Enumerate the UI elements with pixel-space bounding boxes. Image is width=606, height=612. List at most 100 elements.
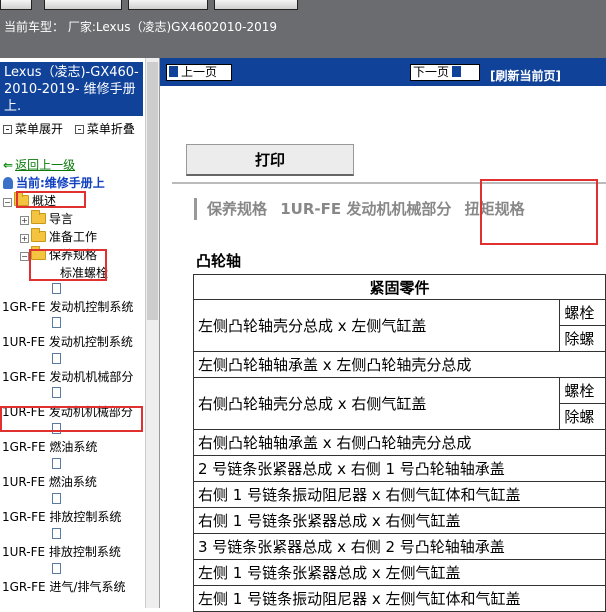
expand-node-icon: + — [20, 216, 29, 225]
tree-item-maint-spec[interactable]: − 保养规格 — [20, 246, 97, 264]
doc-icon — [52, 384, 61, 402]
table-cell: 左侧凸轮轴壳分总成 x 左侧气缸盖 — [192, 299, 561, 352]
expand-icon — [3, 125, 12, 134]
back-link[interactable]: ⇐ 返回上一级 — [3, 156, 75, 174]
doc-icon — [52, 525, 61, 543]
tree-item-label: 1GR-FE 排放控制系统 — [2, 510, 122, 524]
table-cell: 右侧 1 号链条张紧器总成 x 右侧气缸盖 — [193, 507, 606, 534]
collapse-node-icon: − — [3, 198, 12, 207]
table-row: 左侧凸轮轴壳分总成 x 左侧气缸盖 螺栓 — [192, 299, 606, 352]
scrollbar-thumb[interactable] — [147, 62, 158, 320]
current-vehicle: 当前车型： 厂家:Lexus（凌志)GX4602010-2019 — [4, 18, 277, 35]
tree-item-1gr-intake[interactable]: 1GR-FE 进气/排气系统 — [2, 578, 125, 596]
tree-item-1ur-control[interactable]: 1UR-FE 发动机控制系统 — [2, 333, 133, 351]
expand-node-icon: + — [20, 234, 29, 243]
collapse-node-icon: − — [20, 252, 29, 261]
tree-item-1gr-fuel[interactable]: 1GR-FE 燃油系统 — [2, 438, 97, 456]
main-content: 上一页 下一页 [刷新当前页] 打印 保养规格 1UR-FE 发动机机械部分 扭… — [160, 58, 606, 612]
doc-icon — [52, 560, 61, 578]
left-arrow-icon — [169, 66, 178, 77]
table-row: 右侧 1 号链条振动阻尼器 x 右侧气缸体和气缸盖 — [193, 481, 606, 508]
back-arrow-icon: ⇐ — [3, 158, 14, 172]
tree-item-label: 1UR-FE 发动机机械部分 — [2, 405, 133, 419]
divider — [172, 182, 606, 184]
tree-item-label: 1GR-FE 进气/排气系统 — [2, 580, 126, 594]
prev-page-label: 上一页 — [181, 65, 218, 79]
tree-item-label: 1UR-FE 排放控制系统 — [2, 545, 121, 559]
current-label: 当前:维修手册上 — [16, 176, 105, 190]
vehicle-value: 厂家:Lexus（凌志)GX4602010-2019 — [67, 20, 278, 34]
tree-item-prep[interactable]: + 准备工作 — [20, 228, 97, 246]
menu-expand-button[interactable]: 菜单展开 — [3, 122, 63, 136]
table-row: 左侧凸轮轴轴承盖 x 左侧凸轮轴壳分总成 — [193, 351, 606, 378]
tree-item-label: 导言 — [49, 212, 74, 226]
table-cell: 3 号链条张紧器总成 x 右侧 2 号凸轮轴轴承盖 — [193, 533, 606, 560]
tree-item-1gr-emission[interactable]: 1GR-FE 排放控制系统 — [2, 508, 121, 526]
tree-item-intro[interactable]: + 导言 — [20, 210, 73, 228]
top-button-2[interactable] — [44, 0, 122, 10]
current-location[interactable]: 当前:维修手册上 — [3, 174, 105, 192]
collapse-icon — [74, 125, 84, 134]
table-row: 2 号链条张紧器总成 x 右侧 1 号凸轮轴轴承盖 — [193, 455, 606, 482]
table-cell: 除螺 — [559, 325, 606, 352]
tree-item-label: 准备工作 — [49, 230, 98, 244]
tree-item-label: 概述 — [32, 194, 57, 208]
table-cell: 螺栓 — [559, 377, 606, 404]
doc-icon — [52, 455, 61, 473]
doc-icon — [52, 314, 61, 332]
breadcrumb: 保养规格 1UR-FE 发动机机械部分 扭矩规格 — [194, 198, 533, 220]
tree-item-label: 1UR-FE 燃油系统 — [2, 475, 97, 489]
menu-collapse-label: 菜单折叠 — [86, 122, 135, 136]
table-cell: 右侧凸轮轴轴承盖 x 右侧凸轮轴壳分总成 — [193, 429, 606, 456]
tree-item-1gr-mechanical[interactable]: 1GR-FE 发动机机械部分 — [2, 368, 133, 386]
doc-icon — [52, 420, 61, 438]
sidebar: Lexus（凌志)-GX460-2010-2019- 维修手册上. 菜单展开 菜… — [0, 58, 160, 608]
table-cell: 右侧凸轮轴壳分总成 x 右侧气缸盖 — [192, 377, 561, 430]
top-button-4[interactable] — [214, 0, 298, 10]
tree-item-1ur-fuel[interactable]: 1UR-FE 燃油系统 — [2, 473, 97, 491]
sidebar-scrollbar[interactable] — [145, 58, 159, 608]
table-row: 3 号链条张紧器总成 x 右侧 2 号凸轮轴轴承盖 — [193, 533, 606, 560]
breadcrumb-item[interactable]: 扭矩规格 — [465, 200, 525, 218]
tree-item-label: 1GR-FE 燃油系统 — [2, 440, 98, 454]
top-button-1[interactable] — [0, 0, 32, 10]
menu-expand-label: 菜单展开 — [15, 122, 64, 136]
torque-spec-table: 紧固零件 左侧凸轮轴壳分总成 x 左侧气缸盖 螺栓 除螺 左侧凸轮轴轴承盖 x … — [192, 274, 606, 612]
refresh-page-link[interactable]: [刷新当前页] — [490, 67, 561, 84]
menu-collapse-button[interactable]: 菜单折叠 — [74, 122, 135, 136]
table-row: 右侧凸轮轴壳分总成 x 右侧气缸盖 螺栓 — [192, 377, 606, 430]
tree-item-label: 1GR-FE 发动机控制系统 — [2, 300, 134, 314]
next-page-label: 下一页 — [413, 65, 450, 79]
breadcrumb-item[interactable]: 1UR-FE 发动机机械部分 — [280, 200, 451, 218]
breadcrumb-item[interactable]: 保养规格 — [207, 200, 267, 218]
table-header: 紧固零件 — [193, 274, 606, 300]
manual-title: Lexus（凌志)-GX460-2010-2019- 维修手册上. — [0, 62, 143, 116]
menu-controls: 菜单展开 菜单折叠 — [3, 120, 143, 137]
folder-icon — [31, 210, 46, 224]
tree-item-label: 保养规格 — [49, 248, 98, 262]
prev-page-button[interactable]: 上一页 — [166, 64, 232, 81]
tree-item-overview[interactable]: − 概述 — [3, 192, 56, 210]
tree-item-std-bolt[interactable]: 标准螺栓 — [60, 264, 108, 282]
folder-open-icon — [31, 246, 46, 260]
folder-icon — [31, 228, 46, 242]
tree-item-label: 1UR-FE 发动机控制系统 — [2, 335, 133, 349]
vehicle-label: 当前车型： — [4, 20, 65, 34]
table-cell: 左侧凸轮轴轴承盖 x 左侧凸轮轴壳分总成 — [193, 351, 606, 378]
right-arrow-icon — [452, 66, 462, 77]
tree-item-1ur-emission[interactable]: 1UR-FE 排放控制系统 — [2, 543, 121, 561]
table-cell: 除螺 — [559, 403, 606, 430]
table-cell: 2 号链条张紧器总成 x 右侧 1 号凸轮轴轴承盖 — [193, 455, 606, 482]
tree-item-1ur-mechanical[interactable]: 1UR-FE 发动机机械部分 — [2, 403, 133, 421]
tree-item-1gr-control[interactable]: 1GR-FE 发动机控制系统 — [2, 298, 133, 316]
back-label: 返回上一级 — [15, 158, 76, 172]
doc-icon — [52, 350, 61, 368]
table-cell: 左侧 1 号链条张紧器总成 x 左侧气缸盖 — [193, 559, 606, 586]
print-button[interactable]: 打印 — [186, 144, 354, 176]
next-page-button[interactable]: 下一页 — [410, 64, 480, 81]
table-row: 左侧 1 号链条张紧器总成 x 左侧气缸盖 — [193, 559, 606, 586]
person-icon — [3, 177, 13, 189]
top-button-3[interactable] — [128, 0, 208, 10]
page-nav-bar: 上一页 下一页 [刷新当前页] — [160, 58, 606, 86]
tree-item-label: 标准螺栓 — [60, 266, 109, 280]
